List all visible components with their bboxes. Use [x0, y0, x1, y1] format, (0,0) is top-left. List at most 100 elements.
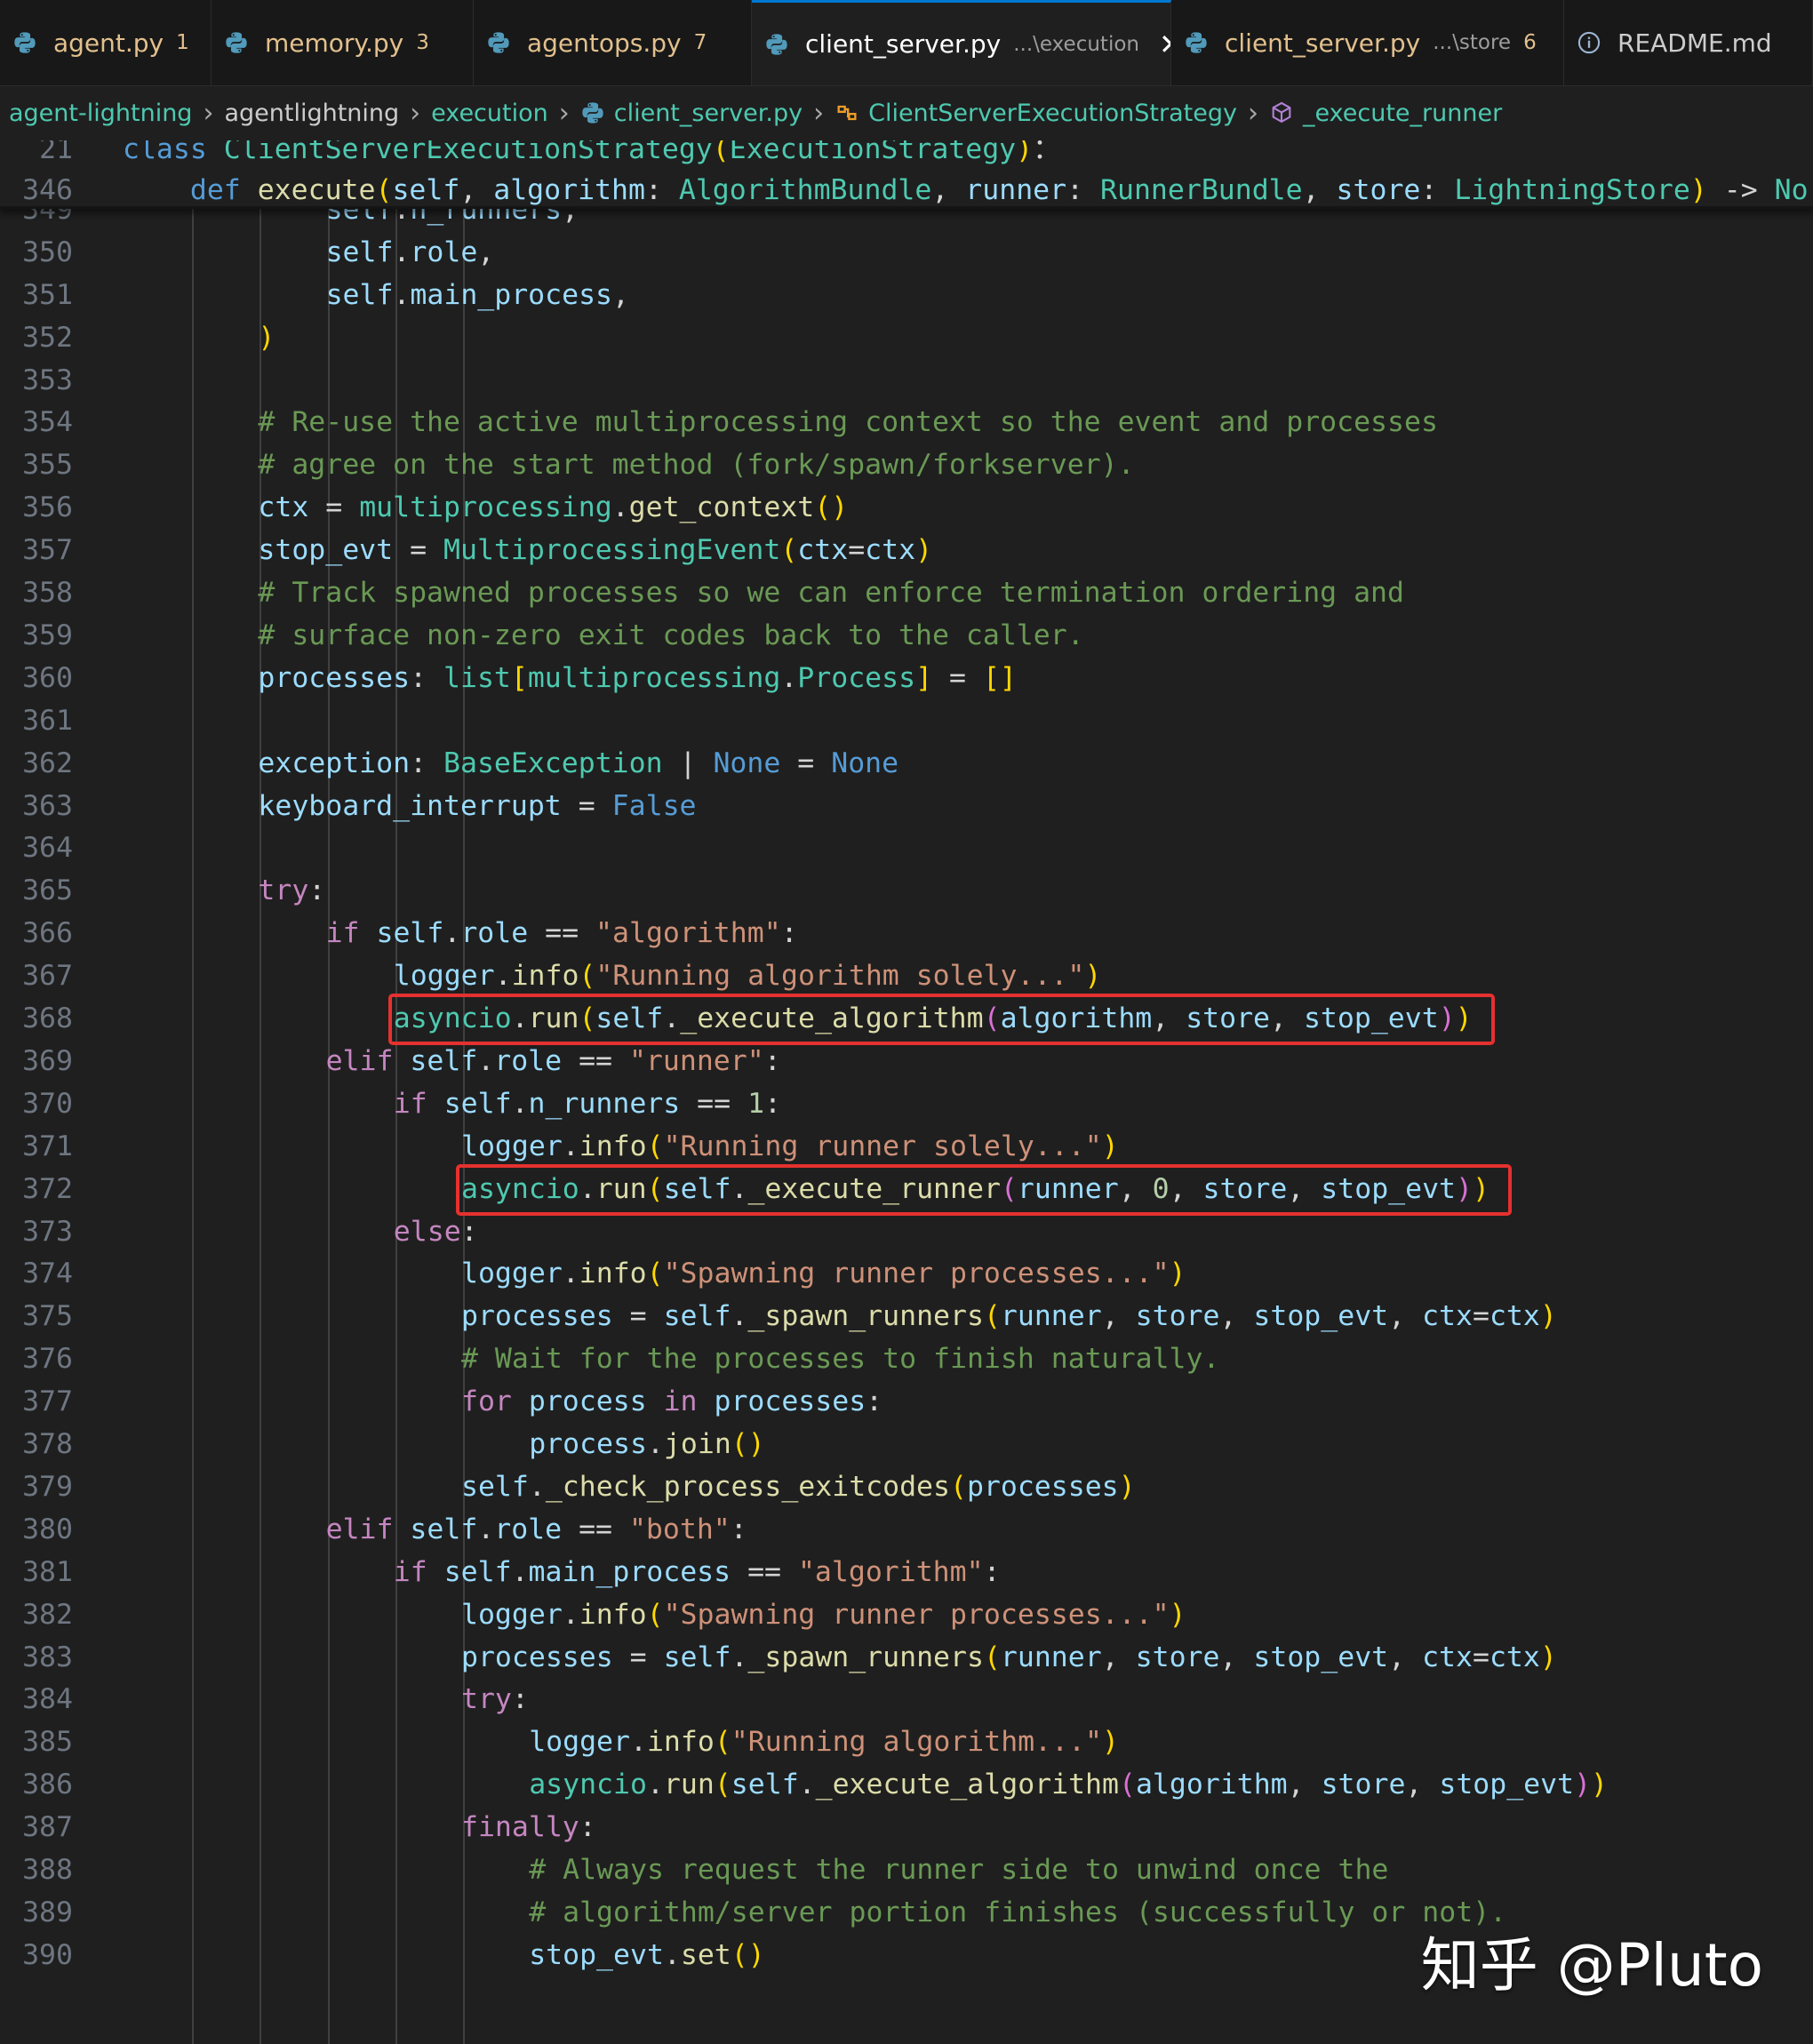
code-token: . [731, 1641, 748, 1673]
code-line[interactable]: 361 [0, 699, 1813, 742]
code-token: ctx [1422, 1641, 1473, 1673]
code-token: runner [1000, 1300, 1102, 1333]
code-line[interactable]: 387 finally: [0, 1806, 1813, 1848]
code-line[interactable]: 357 stop_evt = MultiprocessingEvent(ctx=c… [0, 529, 1813, 571]
code-line[interactable]: 21 class ClientServerExecutionStrategy(Ex… [0, 140, 1813, 171]
breadcrumb-item[interactable]: agent-lightning [9, 100, 192, 127]
code-token: == [528, 917, 596, 950]
code-line[interactable]: 356 ctx = multiprocessing.get_context() [0, 486, 1813, 529]
code-line[interactable]: 383 processes = self._spawn_runners(runne… [0, 1636, 1813, 1679]
problem-count-badge: 7 [693, 31, 707, 54]
code-line[interactable]: 362 exception: BaseException | None = Non… [0, 742, 1813, 785]
code-line[interactable]: 353 [0, 359, 1813, 402]
code-line[interactable]: 351 self.main_process, [0, 274, 1813, 316]
code-token: . [494, 960, 512, 993]
chevron-right-icon: › [410, 97, 421, 129]
code-line[interactable]: 373 else: [0, 1210, 1813, 1253]
code-line[interactable]: 377 for process in processes: [0, 1380, 1813, 1423]
line-number: 363 [22, 789, 73, 822]
code-token: info [646, 1726, 715, 1759]
tab-readme-md[interactable]: README.md [1564, 0, 1813, 85]
code-token: None [831, 747, 899, 779]
code-token: : [410, 661, 444, 694]
code-line[interactable]: 388 # Always request the runner side to u… [0, 1848, 1813, 1891]
code-line[interactable]: 364 [0, 826, 1813, 869]
breadcrumb-item[interactable]: _execute_runner [1269, 100, 1502, 127]
code-token: logger [529, 1726, 630, 1759]
code-token: stop_evt [529, 1938, 664, 1971]
code-token: -> [1706, 174, 1775, 206]
code-line[interactable]: 365 try: [0, 869, 1813, 912]
code-line[interactable]: 374 logger.info("Spawning runner processe… [0, 1252, 1813, 1295]
code-token: ) [1689, 174, 1707, 206]
code-line[interactable]: 382 logger.info("Spawning runner processe… [0, 1593, 1813, 1636]
code-line[interactable]: 346 def execute(self, algorithm: Algorit… [0, 169, 1813, 212]
code-line[interactable]: 369 elif self.role == "runner": [0, 1040, 1813, 1082]
close-icon[interactable]: ✕ [1159, 28, 1170, 61]
code-line[interactable]: 355 # agree on the start method (fork/spa… [0, 443, 1813, 486]
line-number: 367 [22, 960, 73, 993]
code-line[interactable]: 367 logger.info("Running algorithm solely… [0, 954, 1813, 997]
code-token: ) [1016, 140, 1034, 165]
code-line[interactable]: 375 processes = self._spawn_runners(runne… [0, 1295, 1813, 1337]
code-line[interactable]: 380 elif self.role == "both": [0, 1508, 1813, 1551]
breadcrumb-item[interactable]: client_server.py [580, 100, 803, 127]
code-token: # Wait for the processes to finish natur… [461, 1343, 1220, 1376]
line-number: 369 [22, 1044, 73, 1077]
code-line[interactable]: 385 logger.info("Running algorithm...") [0, 1721, 1813, 1763]
python-icon [761, 28, 793, 60]
code-token: stop_evt [1253, 1300, 1389, 1333]
tab-client-server-py[interactable]: client_server.py ...\execution ✕ [752, 0, 1171, 85]
code-token: logger [393, 960, 495, 993]
code-token: list [443, 661, 511, 694]
tab-agent-py[interactable]: agent.py 1 [0, 0, 212, 85]
code-line[interactable]: 350 self.role, [0, 231, 1813, 274]
line-number: 379 [22, 1470, 73, 1503]
code-token: Process [797, 661, 916, 694]
line-number: 354 [22, 406, 73, 439]
code-line[interactable]: 366 if self.role == "algorithm": [0, 912, 1813, 954]
code-line[interactable]: 384 try: [0, 1678, 1813, 1721]
code-token: ctx [865, 534, 916, 567]
code-editor[interactable]: 21 class ClientServerExecutionStrategy(Ex… [0, 140, 1813, 2044]
code-token: self [392, 174, 460, 206]
code-token: () [731, 1938, 765, 1971]
code-line[interactable]: 378 process.join() [0, 1423, 1813, 1465]
code-token: # surface non-zero exit codes back to th… [258, 619, 1084, 651]
code-line[interactable]: 370 if self.n_runners == 1: [0, 1082, 1813, 1125]
code-token: self [376, 917, 444, 950]
breadcrumb-item[interactable]: ClientServerExecutionStrategy [835, 100, 1237, 127]
sticky-scroll-header[interactable]: 21 class ClientServerExecutionStrategy(Ex… [0, 140, 1813, 209]
code-token: : [1420, 174, 1455, 206]
code-line[interactable]: 386 asyncio.run(self._execute_algorithm(a… [0, 1763, 1813, 1806]
code-token: ( [712, 140, 730, 165]
code-text: stop_evt = MultiprocessingEvent(ctx=ctx) [258, 529, 932, 571]
line-number: 387 [22, 1811, 73, 1844]
code-token: , [1219, 1641, 1254, 1673]
code-line[interactable]: 352) [0, 316, 1813, 359]
code-token: | [662, 747, 714, 779]
breadcrumb-item[interactable]: execution [431, 100, 548, 127]
tab-memory-py[interactable]: memory.py 3 [212, 0, 474, 85]
python-icon [220, 27, 252, 59]
tab-agentops-py[interactable]: agentops.py 7 [474, 0, 752, 85]
code-token: , [1302, 174, 1337, 206]
line-number: 383 [22, 1641, 73, 1673]
code-token: "Running runner solely..." [663, 1130, 1102, 1162]
code-line[interactable]: 381 if self.main_process == "algorithm": [0, 1551, 1813, 1593]
code-token: "Running algorithm..." [731, 1726, 1103, 1759]
code-line[interactable]: 359 # surface non-zero exit codes back to… [0, 614, 1813, 657]
code-token: . [443, 917, 461, 950]
code-line[interactable]: 358 # Track spawned processes so we can e… [0, 571, 1813, 614]
code-token: = [848, 534, 866, 567]
code-line[interactable]: 360 processes: list[multiprocessing.Proce… [0, 657, 1813, 699]
breadcrumb-item[interactable]: agentlightning [224, 100, 399, 127]
code-line[interactable]: 363 keyboard_interrupt = False [0, 785, 1813, 827]
code-line[interactable]: 354 # Re-use the active multiprocessing c… [0, 401, 1813, 443]
code-token: == [562, 1044, 629, 1077]
code-line[interactable]: 379 self._check_process_exitcodes(process… [0, 1465, 1813, 1508]
code-line[interactable]: 371 logger.info("Running runner solely...… [0, 1125, 1813, 1168]
tab-client-server-py[interactable]: client_server.py ...\store 6 [1171, 0, 1564, 85]
code-line[interactable]: 376 # Wait for the processes to finish na… [0, 1337, 1813, 1380]
